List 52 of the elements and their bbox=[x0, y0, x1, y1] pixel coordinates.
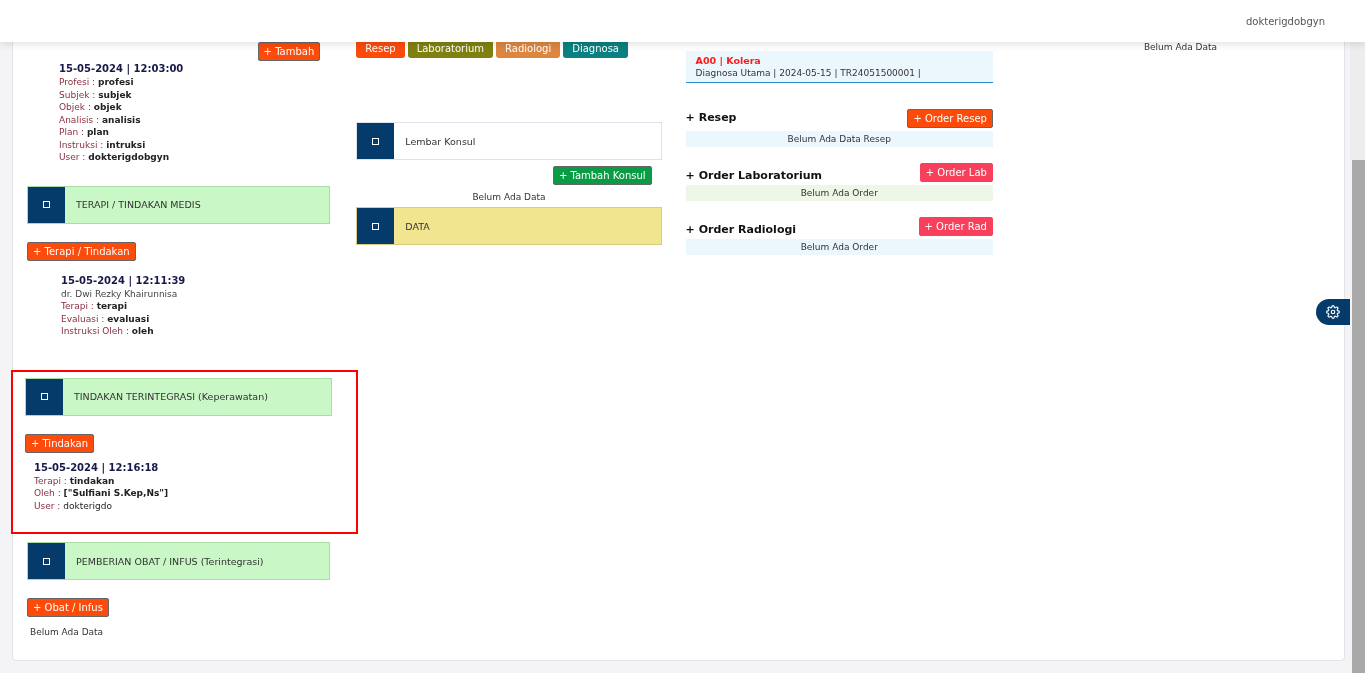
section-title: Lembar Konsul bbox=[405, 135, 476, 147]
settings-icon[interactable] bbox=[1316, 299, 1350, 325]
order-title: + Resep bbox=[685, 111, 737, 124]
order-button[interactable]: + Order Rad bbox=[918, 217, 993, 236]
entry-line: User : dokterigdo bbox=[34, 499, 113, 512]
add-button[interactable]: + Tambah bbox=[257, 42, 321, 61]
order-button[interactable]: + Order Resep bbox=[907, 109, 993, 128]
section-title: PEMBERIAN OBAT / INFUS (Terintegrasi) bbox=[76, 555, 264, 567]
entry-line: Subjek : subjek bbox=[59, 88, 133, 101]
entry-line: Plan : plan bbox=[59, 126, 110, 139]
entry-line: Analisis : analisis bbox=[59, 113, 142, 126]
doctor-name: dr. Dwi Rezky Khairunnisa bbox=[61, 287, 179, 300]
add-button[interactable]: + Tambah Konsul bbox=[552, 166, 652, 185]
entry-line: Oleh : ["Sulfiani S.Kep,Ns"] bbox=[34, 487, 170, 500]
entry-line: Terapi : tindakan bbox=[34, 474, 116, 487]
order-title: + Order Laboratorium bbox=[685, 169, 823, 182]
section-title: DATA bbox=[405, 220, 430, 232]
order-button[interactable]: + Order Lab bbox=[919, 163, 993, 182]
empty-message: Belum Ada Order bbox=[685, 185, 993, 201]
entry-line: Profesi : profesi bbox=[59, 76, 135, 89]
square-icon bbox=[357, 208, 395, 244]
entry-line: Terapi : terapi bbox=[61, 300, 129, 313]
diagnosis-code: A00 | Kolera bbox=[695, 55, 762, 66]
order-title: + Order Radiologi bbox=[685, 223, 797, 236]
section-title: TERAPI / TINDAKAN MEDIS bbox=[76, 199, 201, 210]
scrollbar-thumb[interactable] bbox=[1352, 160, 1365, 673]
square-icon bbox=[28, 543, 65, 579]
empty-message: Belum Ada Data bbox=[1142, 42, 1218, 52]
user-name: dokterigdobgyn bbox=[1246, 15, 1325, 27]
entry-line: Objek : objek bbox=[59, 101, 123, 114]
tab-button[interactable]: Resep bbox=[356, 42, 405, 58]
empty-message: Belum Ada Data bbox=[471, 192, 547, 202]
diagnosis-detail: Diagnosa Utama | 2024-05-15 | TR24051500001 | bbox=[695, 68, 922, 78]
entry-date: 15-05-2024 | 12:11:39 bbox=[61, 274, 187, 286]
tab-button[interactable]: Laboratorium bbox=[407, 42, 494, 58]
entry-line: Instruksi : intruksi bbox=[59, 138, 147, 151]
entry-date: 15-05-2024 | 12:03:00 bbox=[59, 63, 185, 74]
square-icon bbox=[28, 186, 65, 223]
empty-message: Belum Ada Data Resep bbox=[685, 131, 993, 147]
add-button[interactable]: + Terapi / Tindakan bbox=[27, 241, 136, 261]
square-icon bbox=[26, 378, 63, 415]
entry-line: Evaluasi : evaluasi bbox=[61, 312, 151, 325]
add-button[interactable]: + Obat / Infus bbox=[27, 598, 109, 617]
entry-line: Instruksi Oleh : oleh bbox=[61, 325, 155, 338]
tab-button[interactable]: Diagnosa bbox=[563, 42, 628, 58]
entry-line: User : dokterigdobgyn bbox=[59, 151, 171, 164]
add-button[interactable]: + Tindakan bbox=[25, 433, 95, 453]
section-title: TINDAKAN TERINTEGRASI (Keperawatan) bbox=[74, 391, 268, 402]
entry-date: 15-05-2024 | 12:16:18 bbox=[34, 461, 160, 473]
empty-message: Belum Ada Order bbox=[685, 239, 993, 255]
empty-message: Belum Ada Data bbox=[30, 627, 105, 637]
tab-button[interactable]: Radiologi bbox=[496, 42, 561, 58]
